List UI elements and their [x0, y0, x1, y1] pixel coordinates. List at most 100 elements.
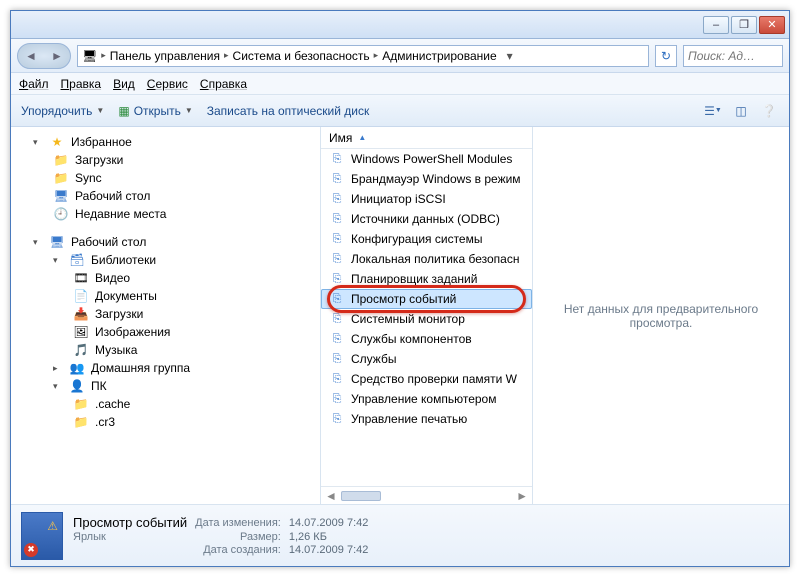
file-item[interactable]: ⎘ Локальная политика безопасн — [321, 249, 532, 269]
file-item-label: Источники данных (ODBC) — [351, 212, 500, 226]
nav-lib-downloads[interactable]: 📥Загрузки — [15, 305, 316, 323]
shortcut-icon: ⎘ — [329, 331, 345, 347]
menu-edit[interactable]: Правка — [61, 77, 102, 91]
details-modified: 14.07.2009 7:42 — [289, 517, 369, 529]
file-item-label: Локальная политика безопасн — [351, 252, 519, 266]
shortcut-icon: ⎘ — [329, 191, 345, 207]
close-button[interactable]: ✕ — [759, 16, 785, 34]
nav-documents[interactable]: 📄Документы — [15, 287, 316, 305]
crumb-2[interactable]: Администрирование — [382, 49, 496, 63]
shortcut-icon: ⎘ — [329, 311, 345, 327]
nav-pc[interactable]: ▾👤ПК — [15, 377, 316, 395]
shortcut-icon: ⎘ — [329, 251, 345, 267]
menu-service[interactable]: Сервис — [147, 77, 188, 91]
breadcrumb[interactable]: 🖥 ▸ Панель управления ▸ Система и безопа… — [77, 45, 649, 67]
preview-pane-button[interactable]: ◫ — [731, 101, 751, 121]
maximize-button[interactable]: ❐ — [731, 16, 757, 34]
search-input[interactable] — [683, 45, 783, 67]
sort-indicator-icon: ▲ — [358, 133, 366, 142]
file-item-label: Инициатор iSCSI — [351, 192, 446, 206]
menu-file[interactable]: Файл — [19, 77, 49, 91]
details-size: 1,26 КБ — [289, 531, 369, 543]
computer-icon: 🖥 — [82, 49, 97, 63]
nav-libraries[interactable]: ▾🗃Библиотеки — [15, 251, 316, 269]
file-item[interactable]: ⎘ Планировщик заданий — [321, 269, 532, 289]
preview-pane: Нет данных для предварительного просмотр… — [533, 127, 789, 504]
back-icon: ◄ — [25, 49, 37, 63]
file-item[interactable]: ⎘ Брандмауэр Windows в режим — [321, 169, 532, 189]
file-item[interactable]: ⎘ Инициатор iSCSI — [321, 189, 532, 209]
nav-favorites[interactable]: ▾★Избранное — [15, 133, 316, 151]
nav-music[interactable]: 🎵Музыка — [15, 341, 316, 359]
organize-button[interactable]: Упорядочить▼ — [21, 104, 104, 118]
file-item-label: Конфигурация системы — [351, 232, 482, 246]
file-item-label: Просмотр событий — [351, 292, 456, 306]
refresh-button[interactable]: ↻ — [655, 45, 677, 67]
menu-help[interactable]: Справка — [200, 77, 247, 91]
details-created: 14.07.2009 7:42 — [289, 544, 369, 556]
shortcut-icon: ⎘ — [329, 231, 345, 247]
toolbar: Упорядочить▼ ▦Открыть▼ Записать на оптич… — [11, 95, 789, 127]
shortcut-icon: ⎘ — [329, 411, 345, 427]
shortcut-icon: ⎘ — [329, 391, 345, 407]
file-item-label: Планировщик заданий — [351, 272, 477, 286]
burn-button[interactable]: Записать на оптический диск — [207, 104, 370, 118]
nav-cache[interactable]: 📁.cache — [15, 395, 316, 413]
nav-recent[interactable]: 🕘Недавние места — [15, 205, 316, 223]
details-name: Просмотр событий — [73, 515, 187, 530]
nav-back-forward[interactable]: ◄ ► — [17, 43, 71, 69]
shortcut-icon: ⎘ — [329, 211, 345, 227]
open-button[interactable]: ▦Открыть▼ — [118, 104, 192, 118]
file-item-label: Средство проверки памяти W — [351, 372, 517, 386]
file-item[interactable]: ⎘ Системный монитор — [321, 309, 532, 329]
file-item-label: Windows PowerShell Modules — [351, 152, 512, 166]
nav-downloads[interactable]: 📁Загрузки — [15, 151, 316, 169]
help-button[interactable]: ❔ — [759, 101, 779, 121]
nav-sync[interactable]: 📁Sync — [15, 169, 316, 187]
nav-homegroup[interactable]: ▸👥Домашняя группа — [15, 359, 316, 377]
title-bar: – ❐ ✕ — [11, 11, 789, 39]
shortcut-icon: ⎘ — [329, 171, 345, 187]
file-item[interactable]: ⎘ Службы — [321, 349, 532, 369]
nav-video[interactable]: 🎞Видео — [15, 269, 316, 287]
horizontal-scrollbar[interactable]: ◄► — [321, 486, 532, 504]
menu-bar: Файл Правка Вид Сервис Справка — [11, 73, 789, 95]
forward-icon: ► — [51, 49, 63, 63]
details-type: Ярлык — [73, 531, 187, 543]
file-item-label: Брандмауэр Windows в режим — [351, 172, 521, 186]
file-item-label: Управление компьютером — [351, 392, 496, 406]
file-item[interactable]: ⎘ Управление компьютером — [321, 389, 532, 409]
open-icon: ▦ — [118, 104, 129, 118]
file-item[interactable]: ⎘Управление печатью — [321, 409, 532, 429]
file-item[interactable]: ⎘ Службы компонентов — [321, 329, 532, 349]
shortcut-icon: ⎘ — [329, 151, 345, 167]
address-bar: ◄ ► 🖥 ▸ Панель управления ▸ Система и бе… — [11, 39, 789, 73]
crumb-1[interactable]: Система и безопасность — [233, 49, 370, 63]
minimize-button[interactable]: – — [703, 16, 729, 34]
nav-desktop-fav[interactable]: 🖥Рабочий стол — [15, 187, 316, 205]
details-pane: Просмотр событий Дата изменения: 14.07.2… — [11, 504, 789, 566]
shortcut-icon: ⎘ — [329, 351, 345, 367]
file-list-pane: Имя▲ ⎘ Windows PowerShell Modules ⎘ Брандма… — [321, 127, 533, 504]
menu-view[interactable]: Вид — [113, 77, 135, 91]
shortcut-icon: ⎘ — [329, 271, 345, 287]
nav-pictures[interactable]: 🖼Изображения — [15, 323, 316, 341]
file-item[interactable]: ⎘ Просмотр событий — [321, 289, 532, 309]
file-item[interactable]: ⎘ Средство проверки памяти W — [321, 369, 532, 389]
file-item[interactable]: ⎘ Конфигурация системы — [321, 229, 532, 249]
nav-cr3[interactable]: 📁.cr3 — [15, 413, 316, 431]
shortcut-icon: ⎘ — [329, 291, 345, 307]
crumb-0[interactable]: Панель управления — [110, 49, 220, 63]
file-item-label: Службы компонентов — [351, 332, 472, 346]
view-mode-button[interactable]: ☰ ▼ — [703, 101, 723, 121]
shortcut-icon: ⎘ — [329, 371, 345, 387]
file-item[interactable]: ⎘ Windows PowerShell Modules — [321, 149, 532, 169]
file-item[interactable]: ⎘ Источники данных (ODBC) — [321, 209, 532, 229]
nav-desktop[interactable]: ▾🖥Рабочий стол — [15, 233, 316, 251]
navigation-pane: ▾★Избранное 📁Загрузки 📁Sync 🖥Рабочий сто… — [11, 127, 321, 504]
column-header-name[interactable]: Имя▲ — [321, 127, 532, 149]
address-dropdown[interactable]: ▾ — [501, 49, 519, 63]
file-item-label: Службы — [351, 352, 396, 366]
file-item-label: Системный монитор — [351, 312, 465, 326]
details-thumbnail — [21, 512, 63, 560]
